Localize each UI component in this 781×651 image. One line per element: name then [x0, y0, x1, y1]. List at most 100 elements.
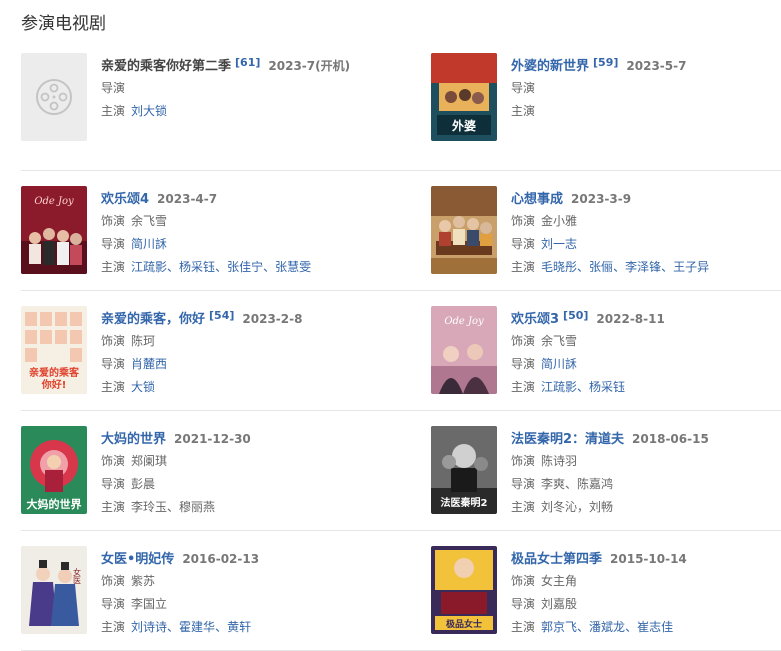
show-title-link[interactable]: 欢乐颂3 — [511, 308, 559, 327]
cast-link[interactable]: 江疏影 — [131, 260, 167, 274]
cast-link[interactable]: 杨采钰 — [179, 260, 215, 274]
cast-link[interactable]: 潘斌龙 — [589, 620, 625, 634]
role-line: 饰演 余飞雪 — [101, 210, 311, 233]
tv-show-card: 亲爱的乘客 你好! 亲爱的乘客，你好 [54] 2023-2-8 饰演 陈珂 导演 肖麓西 主演大… — [21, 291, 431, 411]
cast-link[interactable]: 杨采钰 — [589, 380, 625, 394]
cast-line: 主演 江疏影、杨采钰 — [511, 376, 665, 399]
poster-image[interactable] — [21, 53, 87, 141]
poster-xinxiangshicheng — [431, 186, 497, 274]
poster-huanlesong4: Ode Joy — [21, 186, 87, 274]
cast-link[interactable]: 刘诗诗 — [131, 620, 167, 634]
cast-link[interactable]: 张佳宁 — [227, 260, 263, 274]
role-line: 饰演 陈珂 — [101, 330, 302, 353]
poster-nvyi: 女医 — [21, 546, 87, 634]
director-link[interactable]: 简川訸 — [131, 237, 167, 251]
cast-line: 主演 刘冬沁，刘畅 — [511, 496, 709, 519]
separator: 、 — [577, 380, 590, 394]
title-line: 外婆的新世界 [59] 2023-5-7 — [511, 55, 686, 77]
show-title-link[interactable]: 法医秦明2：清道夫 — [511, 428, 624, 447]
cast-link[interactable]: 王子异 — [673, 260, 709, 274]
director-line: 导演 简川訸 — [511, 353, 665, 376]
air-date: 2015-10-14 — [610, 552, 687, 566]
show-title-link[interactable]: 大妈的世界 — [101, 428, 166, 447]
poster-image[interactable]: 极品女士 — [431, 546, 497, 634]
tv-show-card: Ode Joy 欢乐颂3 [50] 2022-8-11 饰演 余飞雪 导演 简川訸 主演 江疏影、… — [431, 291, 781, 411]
show-title-link[interactable]: 心想事成 — [511, 188, 563, 207]
svg-text:法医秦明2: 法医秦明2 — [441, 496, 488, 509]
poster-image[interactable]: Ode Joy — [21, 186, 87, 274]
role-label: 饰演 — [101, 574, 126, 588]
svg-text:大妈的世界: 大妈的世界 — [27, 497, 82, 511]
director-label: 导演 — [511, 237, 536, 251]
cast-link[interactable]: 毛晓彤 — [541, 260, 577, 274]
cast-label: 主演 — [101, 260, 126, 274]
cast-link[interactable]: 李泽锋 — [625, 260, 661, 274]
show-title-link[interactable]: 亲爱的乘客，你好 — [101, 308, 205, 327]
cast-label: 主演 — [101, 620, 126, 634]
show-title-link[interactable]: 欢乐颂4 — [101, 188, 149, 207]
separator: 、 — [613, 260, 626, 274]
show-title-link[interactable]: 极品女士第四季 — [511, 548, 602, 567]
role-label: 饰演 — [101, 214, 126, 228]
director-line: 导演 李爽、陈嘉鸿 — [511, 473, 709, 496]
director-label: 导演 — [101, 237, 126, 251]
cast-value: 李玲玉、穆丽燕 — [131, 500, 216, 514]
cast-line: 主演 大锁 — [101, 376, 302, 399]
poster-image[interactable]: 法医秦明2 — [431, 426, 497, 514]
cast-link[interactable]: 张俪 — [589, 260, 613, 274]
poster-image[interactable]: 亲爱的乘客 你好! — [21, 306, 87, 394]
cast-link[interactable]: 崔志佳 — [637, 620, 673, 634]
show-info: 极品女士第四季 2015-10-14 饰演 女主角 导演 刘嘉殷 主演 郭京飞、潘斌龙、崔志佳 — [511, 546, 687, 639]
poster-fayi: 法医秦明2 — [431, 426, 497, 514]
cast-link[interactable]: 黄轩 — [227, 620, 251, 634]
director-line: 导演 刘嘉殷 — [511, 593, 687, 616]
cast-link[interactable]: 霍建华 — [179, 620, 215, 634]
cast-link[interactable]: 江疏影 — [541, 380, 577, 394]
cast-line: 主演 — [511, 100, 686, 123]
svg-text:外婆: 外婆 — [452, 118, 476, 133]
poster-image[interactable]: 外婆 — [431, 53, 497, 141]
director-label: 导演 — [101, 81, 126, 95]
cast-line: 主演 郭京飞、潘斌龙、崔志佳 — [511, 616, 687, 639]
director-label: 导演 — [101, 597, 126, 611]
cast-label: 主演 — [101, 500, 126, 514]
director-link[interactable]: 肖麓西 — [131, 357, 167, 371]
poster-huanlesong3: Ode Joy — [431, 306, 497, 394]
poster-dama: 大妈的世界 — [21, 426, 87, 514]
show-info: 欢乐颂4 2023-4-7 饰演 余飞雪 导演 简川訸 主演 江疏影、杨采钰、张佳宁、张慧雯 — [101, 186, 311, 279]
air-date: 2023-3-9 — [571, 192, 632, 206]
tv-show-card: 大妈的世界 大妈的世界 2021-12-30 饰演 郑阑琪 导演 彭晨 主演 李玲玉、穆丽燕 — [21, 411, 431, 531]
cast-label: 主演 — [511, 620, 536, 634]
poster-image[interactable] — [431, 186, 497, 274]
score-badge: [61] — [235, 56, 261, 69]
cast-label: 主演 — [511, 500, 536, 514]
poster-image[interactable]: 女医 — [21, 546, 87, 634]
show-title-link[interactable]: 亲爱的乘客你好第二季 — [101, 55, 231, 74]
cast-link[interactable]: 张慧雯 — [275, 260, 311, 274]
role-label: 饰演 — [511, 334, 536, 348]
title-line: 亲爱的乘客你好第二季 [61] 2023-7(开机) — [101, 55, 350, 77]
director-label: 导演 — [511, 357, 536, 371]
separator: 、 — [661, 260, 674, 274]
poster-image[interactable]: Ode Joy — [431, 306, 497, 394]
cast-link[interactable]: 郭京飞 — [541, 620, 577, 634]
director-label: 导演 — [511, 597, 536, 611]
cast-link[interactable]: 刘大锁 — [131, 104, 167, 118]
separator: 、 — [625, 620, 638, 634]
director-value: 李国立 — [131, 597, 168, 611]
cast-link[interactable]: 大锁 — [131, 380, 155, 394]
cast-label: 主演 — [511, 260, 536, 274]
separator: 、 — [263, 260, 276, 274]
director-line: 导演 — [511, 77, 686, 100]
air-date: 2023-4-7 — [157, 192, 218, 206]
director-label: 导演 — [511, 477, 536, 491]
title-line: 欢乐颂3 [50] 2022-8-11 — [511, 308, 665, 330]
separator: 、 — [577, 620, 590, 634]
director-link[interactable]: 简川訸 — [541, 357, 577, 371]
role-value: 金小雅 — [541, 214, 578, 228]
show-info: 欢乐颂3 [50] 2022-8-11 饰演 余飞雪 导演 简川訸 主演 江疏影、杨采钰 — [511, 306, 665, 399]
poster-image[interactable]: 大妈的世界 — [21, 426, 87, 514]
show-title-link[interactable]: 女医•明妃传 — [101, 548, 174, 567]
show-title-link[interactable]: 外婆的新世界 — [511, 55, 589, 74]
director-link[interactable]: 刘一志 — [541, 237, 577, 251]
